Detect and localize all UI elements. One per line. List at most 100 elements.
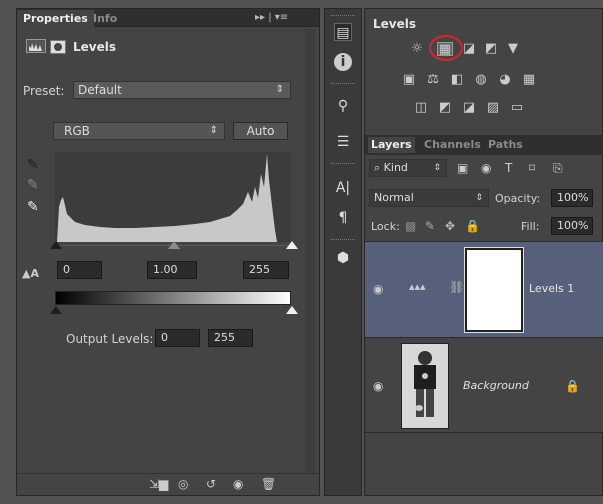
levels-layer-icon: ▴▴▴ xyxy=(409,280,426,293)
curves-icon[interactable]: ◪ xyxy=(461,42,477,56)
link-icon[interactable]: ⛓ xyxy=(449,280,464,294)
input-gamma-handle[interactable] xyxy=(168,241,180,249)
auto-button[interactable]: Auto xyxy=(233,122,288,140)
lock-all-icon[interactable]: 🔒 xyxy=(465,219,480,233)
channel-value: RGB xyxy=(64,124,90,138)
fill-label: Fill: xyxy=(521,220,540,233)
invert-icon[interactable]: ◫ xyxy=(413,101,429,115)
input-white-handle[interactable] xyxy=(286,241,298,249)
color-lookup-icon[interactable]: ▦ xyxy=(521,73,537,87)
properties-panel: Properties Info ▸▸ | ▾≡ Levels Preset: D… xyxy=(16,8,320,496)
view-previous-icon[interactable]: ◎ xyxy=(178,477,188,491)
lock-label: Lock: xyxy=(371,220,400,233)
visibility-icon[interactable]: ◉ xyxy=(233,477,243,491)
eyedropper-black-icon[interactable]: ✎ xyxy=(27,157,39,173)
tab-info[interactable]: Info xyxy=(87,10,123,27)
color-balance-icon[interactable]: ⚖ xyxy=(425,73,441,87)
blend-mode-value: Normal xyxy=(374,191,414,204)
info-panel-icon[interactable]: i xyxy=(334,53,352,71)
adjustments-row-2: ▣ ⚖ ◧ ◍ ◕ ▦ xyxy=(401,73,571,91)
clip-to-layer-icon[interactable]: ⇲▆ xyxy=(149,477,168,491)
adjustments-row-1: ☼ ▦ ◪ ◩ ▼ xyxy=(409,42,529,60)
layer-filter-select[interactable]: ⌕ Kind ⇕ xyxy=(369,159,447,177)
threshold-icon[interactable]: ◪ xyxy=(461,101,477,115)
layer-name[interactable]: Background xyxy=(463,379,529,392)
filter-adjustment-icon[interactable]: ◉ xyxy=(481,161,491,175)
preset-label: Preset: xyxy=(23,84,65,98)
right-panel: Levels ☼ ▦ ◪ ◩ ▼ ▣ ⚖ ◧ ◍ ◕ ▦ ◫ ◩ ◪ ▨ ▭ L… xyxy=(364,8,603,496)
layer-name[interactable]: Levels 1 xyxy=(529,282,574,295)
photo-filter-icon[interactable]: ◍ xyxy=(473,73,489,87)
opacity-field[interactable]: 100% xyxy=(551,189,593,207)
histogram-panel-icon[interactable]: ▤ xyxy=(334,23,352,41)
character-panel-icon[interactable]: A| xyxy=(334,179,352,197)
panel-menu-icon[interactable]: ▸▸ | ▾≡ xyxy=(255,12,288,23)
lock-icon: 🔒 xyxy=(565,379,580,393)
eye-icon[interactable]: ◉ xyxy=(373,379,383,393)
tab-properties[interactable]: Properties xyxy=(17,10,94,27)
select-arrows-icon: ⇕ xyxy=(275,84,284,95)
channel-mixer-icon[interactable]: ◕ xyxy=(497,73,513,87)
output-gradient xyxy=(55,291,291,305)
background-thumbnail[interactable] xyxy=(401,343,449,429)
filter-pixel-icon[interactable]: ▣ xyxy=(457,161,468,175)
tab-channels[interactable]: Channels xyxy=(421,137,484,153)
hue-saturation-icon[interactable]: ▣ xyxy=(401,73,417,87)
eyedropper-gray-icon[interactable]: ✎ xyxy=(27,177,39,193)
dock-grip xyxy=(331,239,355,241)
layer-mask-thumbnail[interactable] xyxy=(464,247,524,333)
search-icon: ⌕ xyxy=(374,161,384,174)
filter-shape-icon[interactable]: ⌑ xyxy=(529,161,535,175)
trash-icon[interactable]: 🗑 xyxy=(261,477,276,491)
exposure-icon[interactable]: ◩ xyxy=(483,42,499,56)
histogram xyxy=(55,152,291,242)
layer-row-levels[interactable]: ◉ ▴▴▴ ⛓ Levels 1 xyxy=(365,242,603,338)
input-gamma-field[interactable]: 1.00 xyxy=(147,261,197,279)
3d-panel-icon[interactable]: ⬢ xyxy=(334,249,352,267)
black-white-icon[interactable]: ◧ xyxy=(449,73,465,87)
blend-mode-select[interactable]: Normal ⇕ xyxy=(369,189,489,207)
input-white-field[interactable]: 255 xyxy=(243,261,289,279)
vibrance-icon[interactable]: ▼ xyxy=(505,42,521,56)
opacity-label: Opacity: xyxy=(495,192,541,205)
tab-layers[interactable]: Layers xyxy=(368,137,415,153)
auto-levels-icon[interactable]: ▲A xyxy=(22,267,39,280)
filter-smart-icon[interactable]: ⎘ xyxy=(553,161,563,176)
lock-image-icon[interactable]: ✎ xyxy=(425,219,435,233)
eyedropper-white-icon[interactable]: ✎ xyxy=(27,199,39,215)
input-black-handle[interactable] xyxy=(50,241,62,249)
select-arrows-icon: ⇕ xyxy=(433,163,441,173)
brightness-contrast-icon[interactable]: ☼ xyxy=(409,42,425,56)
filter-type-icon[interactable]: T xyxy=(505,161,512,175)
selective-color-icon[interactable]: ▭ xyxy=(509,101,525,115)
posterize-icon[interactable]: ◩ xyxy=(437,101,453,115)
paragraph-panel-icon[interactable]: ¶ xyxy=(334,209,352,227)
channel-select[interactable]: RGB ⇕ xyxy=(53,122,225,140)
fill-field[interactable]: 100% xyxy=(551,217,593,235)
gradient-map-icon[interactable]: ▨ xyxy=(485,101,501,115)
properties-scrollbar[interactable] xyxy=(305,29,315,475)
output-black-field[interactable]: 0 xyxy=(155,329,200,347)
brush-panel-icon[interactable]: ⚲ xyxy=(334,97,352,115)
preset-select[interactable]: Default ⇕ xyxy=(73,81,291,99)
lock-position-icon[interactable]: ✥ xyxy=(445,219,455,233)
output-white-field[interactable]: 255 xyxy=(208,329,253,347)
properties-bottom-bar: ⇲▆ ◎ ↺ ◉ 🗑 xyxy=(17,473,319,495)
mask-icon[interactable] xyxy=(50,40,66,54)
reset-icon[interactable]: ↺ xyxy=(206,477,216,491)
output-white-handle[interactable] xyxy=(286,306,298,314)
input-black-field[interactable]: 0 xyxy=(57,261,102,279)
lock-transparent-icon[interactable]: ▩ xyxy=(405,219,416,233)
dock-grip xyxy=(331,15,355,17)
eye-icon[interactable]: ◉ xyxy=(373,282,383,296)
adjustment-title: Levels xyxy=(73,40,117,54)
output-black-handle[interactable] xyxy=(50,306,62,314)
adjustments-panel-icon[interactable]: ☰ xyxy=(334,133,352,151)
adjustments-row-3: ◫ ◩ ◪ ▨ ▭ xyxy=(413,101,553,119)
select-arrows-icon: ⇕ xyxy=(475,193,483,203)
properties-tab-bar: Properties Info ▸▸ | ▾≡ xyxy=(17,9,319,27)
dock-grip xyxy=(331,83,355,85)
player-photo-icon xyxy=(402,344,448,428)
layer-row-background[interactable]: ◉ Background 🔒 xyxy=(365,339,603,433)
tab-paths[interactable]: Paths xyxy=(485,137,526,153)
